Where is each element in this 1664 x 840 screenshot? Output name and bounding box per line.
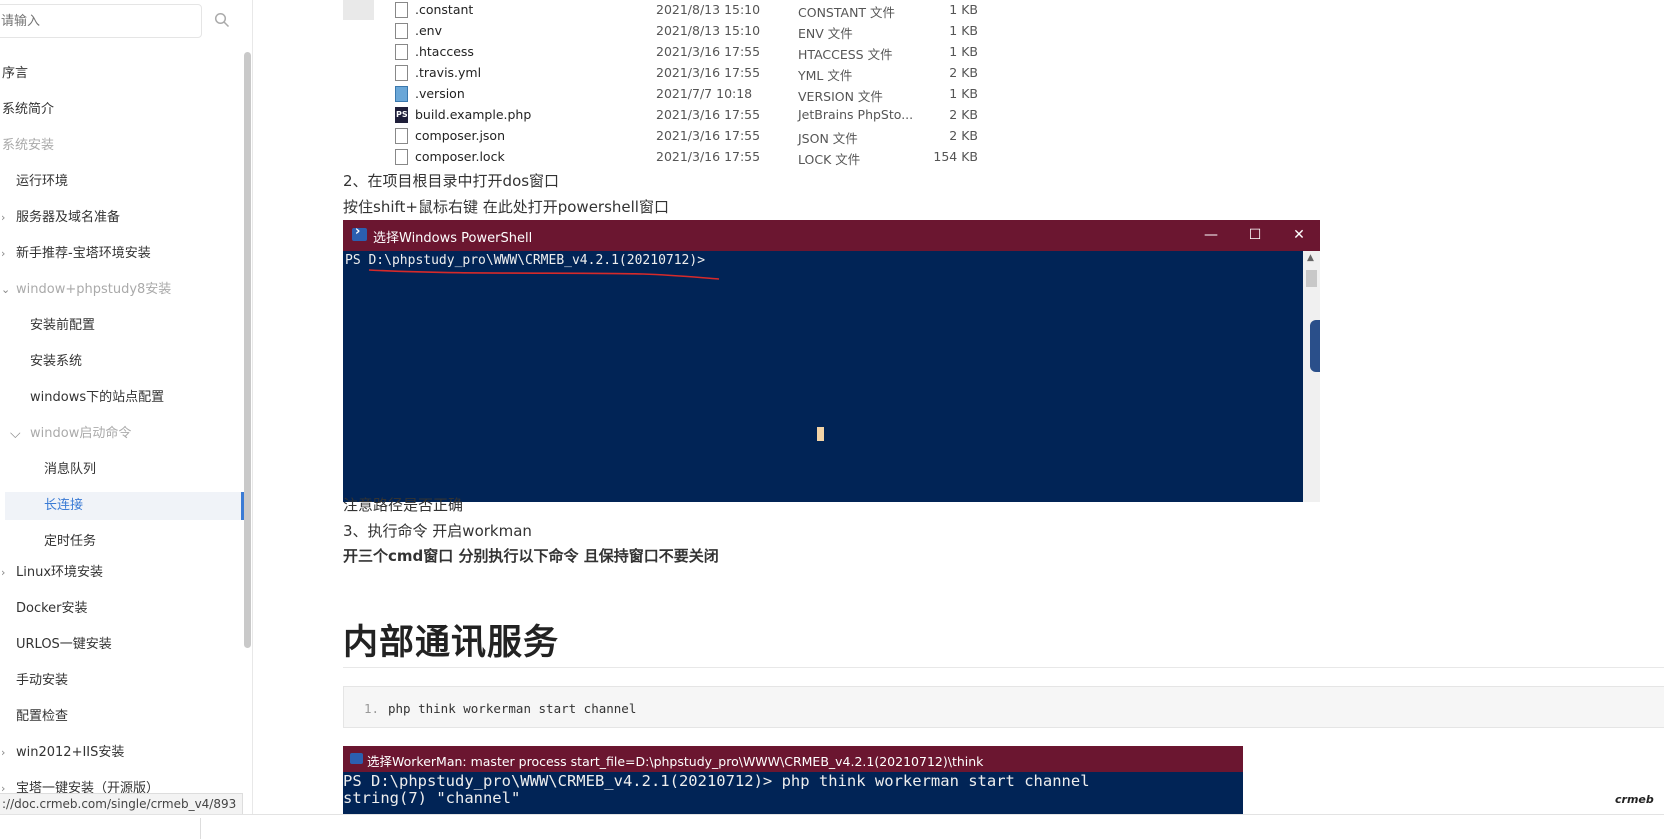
section-heading: 内部通讯服务 xyxy=(343,623,560,663)
status-url: ://doc.crmeb.com/single/crmeb_v4/893 xyxy=(0,793,244,815)
sidebar-item-phpstudy[interactable]: ⌄ window+phpstudy8安装 xyxy=(0,276,244,304)
sidebar-scrollbar[interactable] xyxy=(244,52,251,648)
sidebar-item-cron[interactable]: 定时任务 xyxy=(0,528,244,556)
chevron-down-icon: ⌵ xyxy=(10,426,21,442)
red-underline-annotation xyxy=(368,269,720,280)
search-input[interactable] xyxy=(0,5,183,37)
powershell-console[interactable]: PS D:\phpstudy_pro\WWW\CRMEB_v4.2.1(2021… xyxy=(343,251,1303,502)
file-icon xyxy=(395,149,408,165)
phpstorm-file-icon: PS xyxy=(395,107,408,123)
sidebar-item-server-domain[interactable]: › 服务器及域名准备 xyxy=(0,204,244,232)
file-icon xyxy=(395,44,408,60)
sidebar-item-linux[interactable]: › Linux环境安装 xyxy=(0,559,244,587)
chevron-down-icon: ⌄ xyxy=(1,283,11,296)
scroll-thumb[interactable] xyxy=(1306,270,1317,287)
code-block[interactable]: 1. php think workerman start channel xyxy=(343,686,1664,728)
workerman-titlebar: 选择WorkerMan: master process start_file=D… xyxy=(343,746,1243,772)
search-icon[interactable] xyxy=(214,12,230,28)
code-line[interactable]: php think workerman start channel xyxy=(388,701,636,716)
workerman-window: 选择WorkerMan: master process start_file=D… xyxy=(343,746,1243,814)
version-file-icon xyxy=(395,86,408,102)
powershell-icon xyxy=(352,224,367,241)
sidebar-item-win2012[interactable]: › win2012+IIS安装 xyxy=(0,739,244,767)
note-path-text: 注意路径是否正确 xyxy=(343,496,464,514)
sidebar-item-baota[interactable]: › 新手推荐-宝塔环境安装 xyxy=(0,240,244,268)
folder-thumbnail xyxy=(343,0,374,20)
step2-text: 2、在项目根目录中打开dos窗口 xyxy=(343,172,560,190)
close-button[interactable]: ✕ xyxy=(1277,220,1321,251)
step2-hint: 按住shift+鼠标右键 在此处打开powershell窗口 xyxy=(343,198,669,216)
chevron-right-icon: › xyxy=(1,247,6,260)
sidebar-item-preconfig[interactable]: 安装前配置 xyxy=(0,312,244,340)
powershell-window: 选择Windows PowerShell — ☐ ✕ PS D:\phpstud… xyxy=(343,220,1320,502)
brand-logo: crmeb xyxy=(1615,793,1654,806)
sidebar-item-start-cmd[interactable]: ⌵ window启动命令 xyxy=(0,420,244,448)
minimize-button[interactable]: — xyxy=(1189,220,1233,251)
code-line-number: 1. xyxy=(364,701,380,716)
workerman-line: string(7) "channel" xyxy=(343,789,521,807)
background-window-edge xyxy=(1310,320,1320,372)
sidebar-item-urlos[interactable]: URLOS一键安装 xyxy=(0,631,244,659)
sidebar-item-runtime[interactable]: 运行环境 xyxy=(0,168,244,196)
heading-divider xyxy=(343,667,1664,668)
step3-text: 3、执行命令 开启workman xyxy=(343,522,532,540)
search-box[interactable] xyxy=(0,4,202,38)
workerman-console[interactable]: PS D:\phpstudy_pro\WWW\CRMEB_v4.2.1(2021… xyxy=(343,772,1243,814)
chevron-right-icon: › xyxy=(1,746,6,759)
file-icon xyxy=(395,2,408,18)
bottom-divider xyxy=(200,818,201,839)
sidebar-item-install[interactable]: 系统安装 xyxy=(0,132,244,160)
workerman-line: PS D:\phpstudy_pro\WWW\CRMEB_v4.2.1(2021… xyxy=(343,772,1090,790)
scroll-up-icon[interactable]: ▲ xyxy=(1307,253,1314,263)
text-cursor xyxy=(817,427,824,441)
file-icon xyxy=(395,23,408,39)
sidebar-item-long-connection[interactable]: 长连接 xyxy=(5,492,244,520)
bottom-bar xyxy=(0,814,1664,840)
sidebar-item-preface[interactable]: 序言 xyxy=(0,60,244,88)
sidebar-item-site-config[interactable]: windows下的站点配置 xyxy=(0,384,244,412)
chevron-right-icon: › xyxy=(1,566,6,579)
sidebar-item-install-system[interactable]: 安装系统 xyxy=(0,348,244,376)
sidebar-item-check[interactable]: 配置检查 xyxy=(0,703,244,731)
maximize-button[interactable]: ☐ xyxy=(1233,220,1277,251)
powershell-scrollbar[interactable]: ▲ xyxy=(1303,251,1320,502)
sidebar-item-queue[interactable]: 消息队列 xyxy=(0,456,244,484)
sidebar-item-docker[interactable]: Docker安装 xyxy=(0,595,244,623)
file-icon xyxy=(395,65,408,81)
sidebar-item-manual[interactable]: 手动安装 xyxy=(0,667,244,695)
file-icon xyxy=(395,128,408,144)
chevron-right-icon: › xyxy=(1,211,6,224)
powershell-titlebar: 选择Windows PowerShell — ☐ ✕ xyxy=(343,220,1320,251)
powershell-icon xyxy=(350,753,363,764)
step3-hint: 开三个cmd窗口 分别执行以下命令 且保持窗口不要关闭 xyxy=(343,547,719,565)
doc-sidebar: 序言 系统简介 系统安装 运行环境 ›服务器及域名准备 ›新手推荐-宝塔环境安装… xyxy=(0,0,253,814)
sidebar-item-intro[interactable]: 系统简介 xyxy=(0,96,244,124)
